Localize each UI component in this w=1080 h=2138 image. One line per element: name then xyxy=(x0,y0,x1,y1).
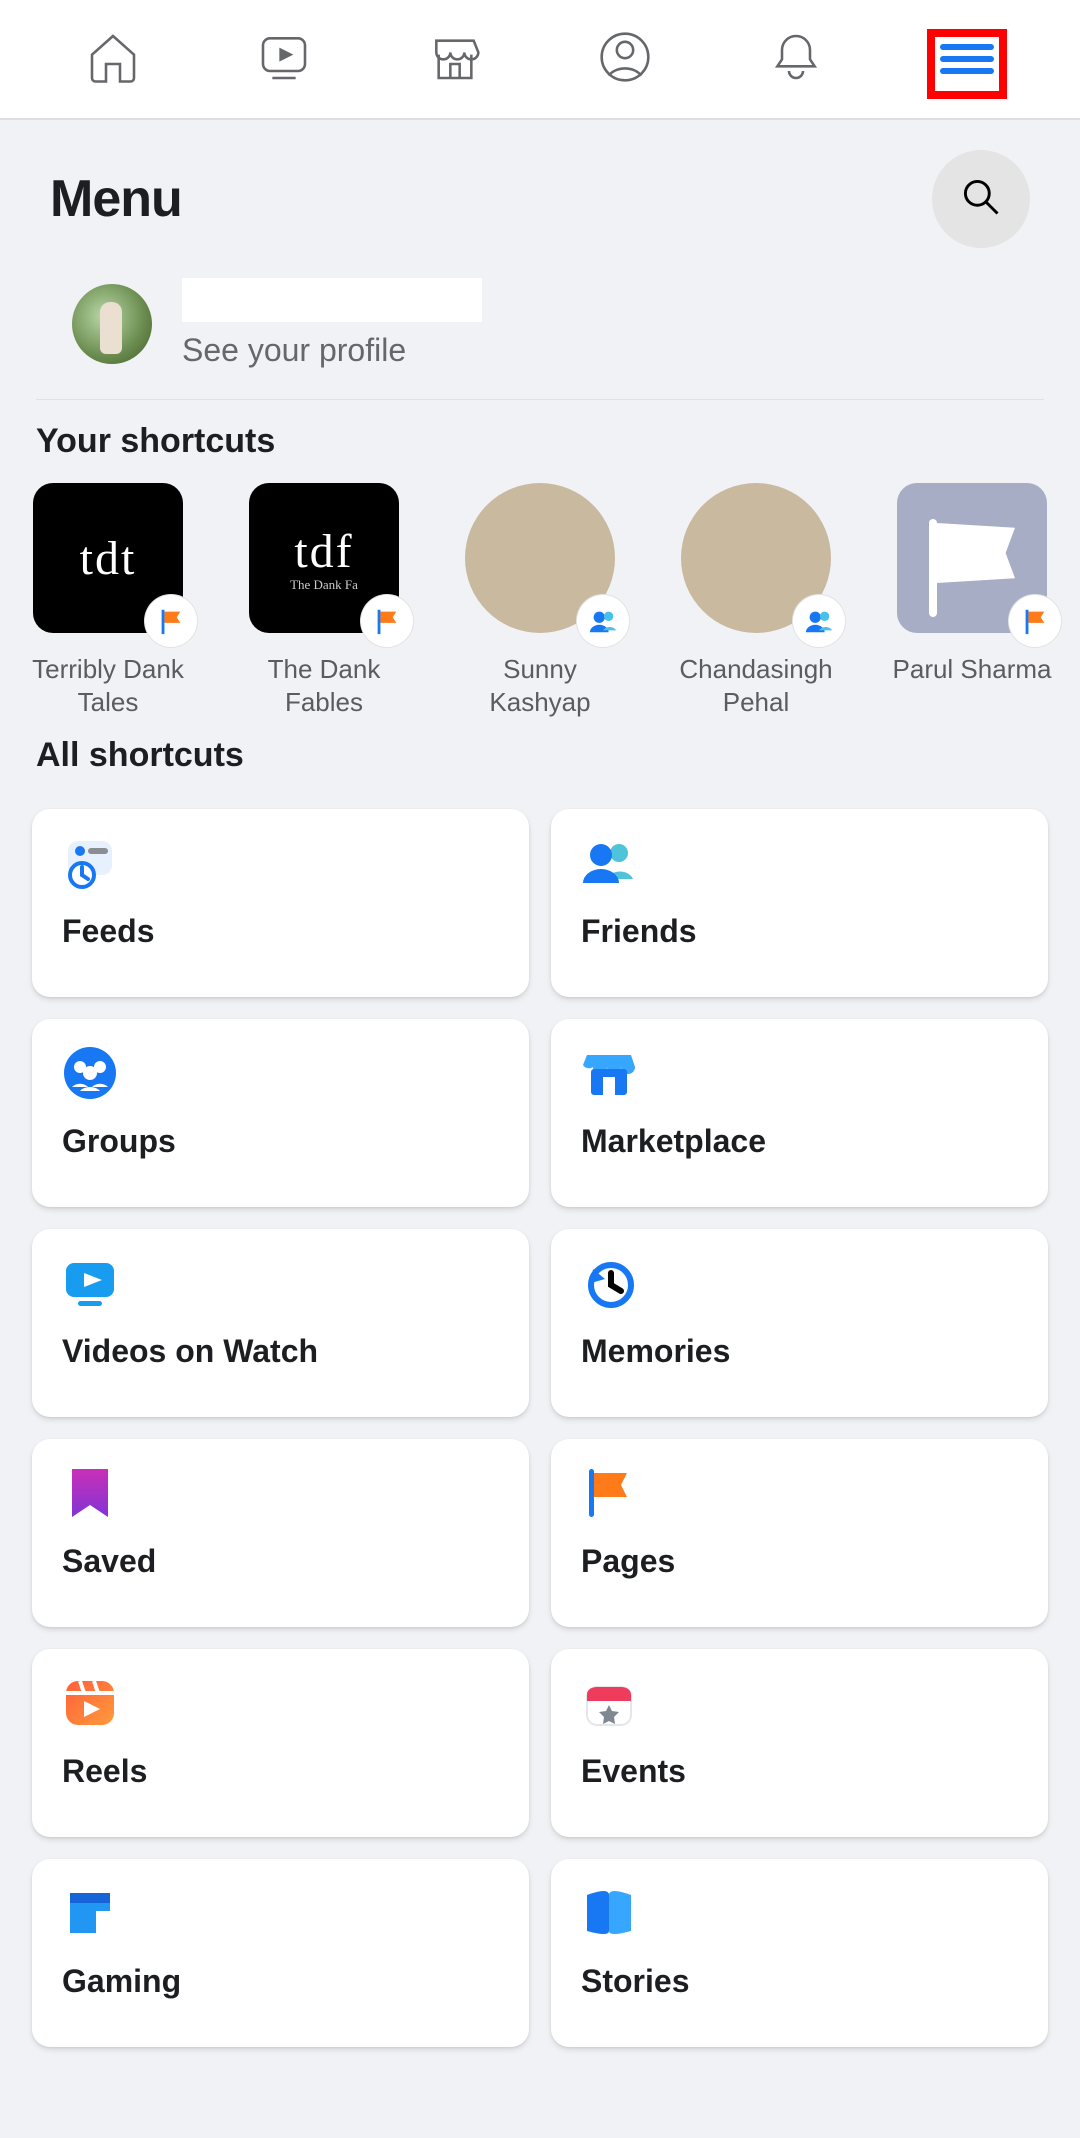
card-marketplace[interactable]: Marketplace xyxy=(551,1019,1048,1207)
card-videos[interactable]: Videos on Watch xyxy=(32,1229,529,1417)
page-flag-icon xyxy=(361,595,413,647)
shortcut-item[interactable]: Sunny Kashyap xyxy=(456,483,624,718)
shortcut-image xyxy=(897,483,1047,633)
profile-circle-icon xyxy=(597,29,653,90)
shortcut-image xyxy=(681,483,831,633)
shortcut-image xyxy=(465,483,615,633)
card-events[interactable]: Events xyxy=(551,1649,1048,1837)
card-label: Groups xyxy=(62,1123,499,1160)
shortcut-thumb-sub: The Dank Fa xyxy=(290,577,358,593)
nav-notifications[interactable] xyxy=(764,27,828,91)
videos-icon xyxy=(62,1255,118,1311)
shortcut-label: Parul Sharma xyxy=(893,653,1052,686)
card-reels[interactable]: Reels xyxy=(32,1649,529,1837)
card-label: Events xyxy=(581,1753,1018,1790)
home-icon xyxy=(85,29,141,90)
card-feeds[interactable]: Feeds xyxy=(32,809,529,997)
page-title: Menu xyxy=(50,169,182,229)
card-label: Pages xyxy=(581,1543,1018,1580)
shortcut-label: Chandasingh Pehal xyxy=(672,653,840,718)
gaming-icon xyxy=(62,1885,118,1941)
watch-icon xyxy=(256,29,312,90)
friends-icon xyxy=(581,835,637,891)
card-label: Saved xyxy=(62,1543,499,1580)
groups-icon xyxy=(62,1045,118,1101)
feeds-icon xyxy=(62,835,118,891)
reels-icon xyxy=(62,1675,118,1731)
shortcuts-row: tdt Terribly Dank Tales tdf The Dank Fa … xyxy=(0,473,1080,724)
card-label: Videos on Watch xyxy=(62,1333,499,1370)
events-icon xyxy=(581,1675,637,1731)
shortcut-image: tdt xyxy=(33,483,183,633)
nav-home[interactable] xyxy=(81,27,145,91)
profile-texts: See your profile xyxy=(182,278,482,369)
stories-icon xyxy=(581,1885,637,1941)
marketplace-color-icon xyxy=(581,1045,637,1101)
shortcut-image: tdf The Dank Fa xyxy=(249,483,399,633)
profile-subtitle: See your profile xyxy=(182,332,482,369)
card-label: Stories xyxy=(581,1963,1018,2000)
card-memories[interactable]: Memories xyxy=(551,1229,1048,1417)
bell-icon xyxy=(768,29,824,90)
page-header: Menu xyxy=(0,120,1080,258)
shortcut-thumb-text: tdt xyxy=(80,531,137,586)
profile-name xyxy=(182,278,482,322)
shortcut-item[interactable]: Parul Sharma xyxy=(888,483,1056,718)
card-saved[interactable]: Saved xyxy=(32,1439,529,1627)
all-shortcuts-grid: Feeds Friends Groups xyxy=(0,787,1080,2077)
card-label: Memories xyxy=(581,1333,1018,1370)
hamburger-icon xyxy=(940,38,994,80)
all-shortcuts-title: All shortcuts xyxy=(0,724,1080,787)
marketplace-icon xyxy=(427,29,483,90)
pages-icon xyxy=(581,1465,637,1521)
card-pages[interactable]: Pages xyxy=(551,1439,1048,1627)
card-label: Gaming xyxy=(62,1963,499,2000)
nav-marketplace[interactable] xyxy=(423,27,487,91)
shortcuts-title: Your shortcuts xyxy=(0,400,1080,473)
shortcut-item[interactable]: Chandasingh Pehal xyxy=(672,483,840,718)
avatar xyxy=(72,284,152,364)
nav-profile[interactable] xyxy=(593,27,657,91)
card-label: Feeds xyxy=(62,913,499,950)
shortcut-item[interactable]: tdt Terribly Dank Tales xyxy=(24,483,192,718)
shortcut-label: Sunny Kashyap xyxy=(456,653,624,718)
nav-watch[interactable] xyxy=(252,27,316,91)
card-friends[interactable]: Friends xyxy=(551,809,1048,997)
shortcut-label: Terribly Dank Tales xyxy=(24,653,192,718)
card-label: Reels xyxy=(62,1753,499,1790)
group-people-icon xyxy=(577,595,629,647)
card-label: Friends xyxy=(581,913,1018,950)
page-flag-icon xyxy=(145,595,197,647)
page-flag-icon xyxy=(1009,595,1061,647)
card-label: Marketplace xyxy=(581,1123,1018,1160)
search-icon xyxy=(959,175,1003,224)
shortcut-thumb-text: tdf xyxy=(290,524,358,579)
top-nav xyxy=(0,0,1080,120)
profile-link[interactable]: See your profile xyxy=(36,258,1044,400)
memories-icon xyxy=(581,1255,637,1311)
group-people-icon xyxy=(793,595,845,647)
shortcut-label: The Dank Fables xyxy=(240,653,408,718)
shortcut-item[interactable]: tdf The Dank Fa The Dank Fables xyxy=(240,483,408,718)
saved-icon xyxy=(62,1465,118,1521)
card-gaming[interactable]: Gaming xyxy=(32,1859,529,2047)
nav-menu[interactable] xyxy=(935,27,999,91)
card-groups[interactable]: Groups xyxy=(32,1019,529,1207)
search-button[interactable] xyxy=(932,150,1030,248)
card-stories[interactable]: Stories xyxy=(551,1859,1048,2047)
